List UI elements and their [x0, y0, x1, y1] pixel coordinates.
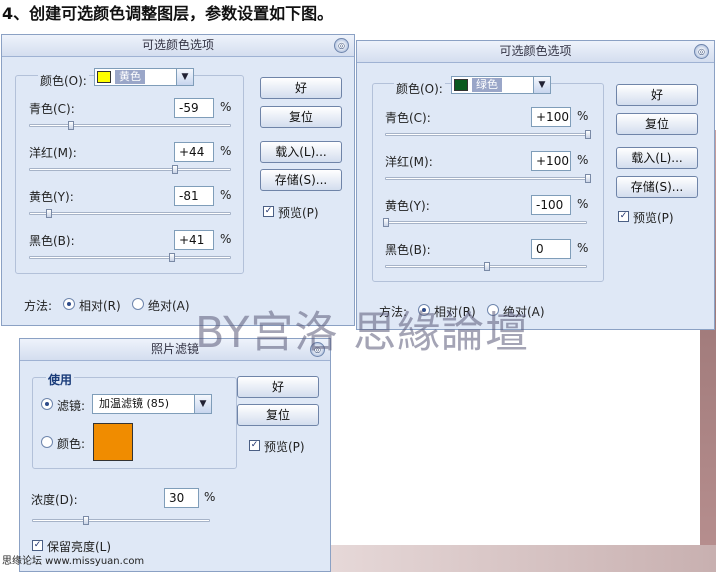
density-input[interactable]: 30 [164, 488, 199, 508]
preview-label: 预览(P) [264, 440, 305, 454]
slider-label: 青色(C): [385, 111, 431, 125]
filter-select[interactable]: 加温滤镜 (85) ▼ [92, 394, 212, 414]
slider-percent: % [220, 100, 232, 114]
preview-checkbox[interactable]: ✓ [249, 440, 260, 451]
preview-label: 预览(P) [278, 206, 319, 220]
slider-label: 黄色(Y): [385, 199, 430, 213]
slider-percent: % [220, 188, 232, 202]
close-icon[interactable]: ◎ [334, 38, 349, 53]
preview-label: 预览(P) [633, 211, 674, 225]
reset-button[interactable]: 复位 [616, 113, 698, 135]
slider-value-input[interactable]: -59 [174, 98, 214, 118]
chevron-down-icon[interactable]: ▼ [194, 395, 211, 413]
slider-label: 洋红(M): [385, 155, 433, 169]
method-absolute-radio[interactable] [132, 298, 144, 310]
slider-track[interactable] [385, 262, 587, 271]
use-label: 使用 [46, 371, 75, 388]
ok-button[interactable]: 好 [260, 77, 342, 99]
slider-label: 黑色(B): [385, 243, 431, 257]
dialog-title: 可选颜色选项 [2, 35, 354, 57]
ok-button[interactable]: 好 [616, 84, 698, 106]
load-button[interactable]: 载入(L)... [260, 141, 342, 163]
color-select[interactable]: 黄色 ▼ [94, 68, 194, 86]
method-label: 方法: [24, 299, 53, 313]
color-swatch [454, 79, 468, 91]
color-select-value: 黄色 [115, 70, 145, 84]
close-icon[interactable]: ◎ [694, 44, 709, 59]
chevron-down-icon[interactable]: ▼ [176, 69, 193, 85]
slider-value-input[interactable]: 0 [531, 239, 571, 259]
ok-button[interactable]: 好 [237, 376, 319, 398]
slider-value-input[interactable]: +41 [174, 230, 214, 250]
slider-thumb[interactable] [383, 218, 389, 227]
slider-thumb[interactable] [169, 253, 176, 262]
footer-watermark: 思缘论坛 www.missyuan.com [2, 556, 145, 567]
slider-value-input[interactable]: +100 [531, 151, 571, 171]
color-label: 颜色(O): [394, 80, 445, 97]
reset-button[interactable]: 复位 [260, 106, 342, 128]
color-select[interactable]: 绿色 ▼ [451, 76, 551, 94]
color-radio[interactable] [41, 436, 53, 448]
slider-percent: % [577, 109, 589, 123]
slider-track[interactable] [385, 174, 591, 183]
slider-track[interactable] [29, 165, 231, 174]
dialog-title: 可选颜色选项 [357, 41, 714, 63]
density-slider-thumb[interactable] [83, 516, 90, 525]
slider-thumb[interactable] [585, 130, 591, 139]
load-button[interactable]: 载入(L)... [616, 147, 698, 169]
reset-button[interactable]: 复位 [237, 404, 319, 426]
selective-color-dialog-green: 可选颜色选项 ◎ 颜色(O): 绿色 ▼ 青色(C): +100% 洋红(M): +1… [356, 40, 715, 330]
slider-label: 黄色(Y): [29, 190, 74, 204]
background-photo-bottom [330, 545, 716, 572]
slider-value-input[interactable]: +100 [531, 107, 571, 127]
filter-radio[interactable] [41, 398, 53, 410]
use-group [32, 377, 237, 469]
slider-percent: % [577, 153, 589, 167]
density-slider-track[interactable] [32, 516, 210, 525]
preserve-luminosity-checkbox[interactable]: ✓ [32, 540, 43, 551]
color-label: 颜色: [57, 437, 86, 451]
chevron-down-icon[interactable]: ▼ [533, 77, 550, 93]
slider-thumb[interactable] [68, 121, 75, 130]
density-percent: % [204, 490, 216, 504]
photo-filter-dialog: 照片滤镜 ◎ 使用 滤镜: 加温滤镜 (85) ▼ 颜色: 好 复位 ✓ 预览(… [19, 338, 331, 572]
preview-checkbox[interactable]: ✓ [263, 206, 274, 217]
density-label: 浓度(D): [31, 493, 78, 507]
slider-value-input[interactable]: -81 [174, 186, 214, 206]
slider-label: 青色(C): [29, 102, 75, 116]
slider-value-input[interactable]: -100 [531, 195, 571, 215]
filter-color-swatch[interactable] [93, 423, 133, 461]
slider-track[interactable] [29, 121, 231, 130]
save-button[interactable]: 存储(S)... [616, 176, 698, 198]
slider-thumb[interactable] [585, 174, 591, 183]
slider-percent: % [220, 144, 232, 158]
color-label: 颜色(O): [38, 72, 89, 89]
slider-label: 洋红(M): [29, 146, 77, 160]
slider-percent: % [577, 241, 589, 255]
filter-select-value: 加温滤镜 (85) [99, 397, 170, 410]
watermark: BY宫洛 思緣論壇 [195, 308, 530, 358]
slider-track[interactable] [385, 130, 591, 139]
slider-thumb[interactable] [484, 262, 490, 271]
slider-track[interactable] [29, 209, 231, 218]
step-heading: 4、创建可选颜色调整图层，参数设置如下图。 [2, 4, 334, 23]
color-swatch [97, 71, 111, 83]
slider-track[interactable] [29, 253, 231, 262]
method-absolute-label: 绝对(A) [148, 299, 190, 313]
method-relative-label: 相对(R) [79, 299, 121, 313]
method-relative-radio[interactable] [63, 298, 75, 310]
slider-thumb[interactable] [46, 209, 53, 218]
slider-thumb[interactable] [172, 165, 179, 174]
preview-checkbox[interactable]: ✓ [618, 211, 629, 222]
slider-label: 黑色(B): [29, 234, 75, 248]
filter-label: 滤镜: [57, 399, 86, 413]
save-button[interactable]: 存储(S)... [260, 169, 342, 191]
slider-value-input[interactable]: +44 [174, 142, 214, 162]
selective-color-dialog-yellow: 可选颜色选项 ◎ 颜色(O): 黄色 ▼ 青色(C): -59% 洋红(M): +44… [1, 34, 355, 326]
color-select-value: 绿色 [472, 78, 502, 92]
slider-percent: % [220, 232, 232, 246]
slider-track[interactable] [383, 218, 587, 227]
slider-percent: % [577, 197, 589, 211]
